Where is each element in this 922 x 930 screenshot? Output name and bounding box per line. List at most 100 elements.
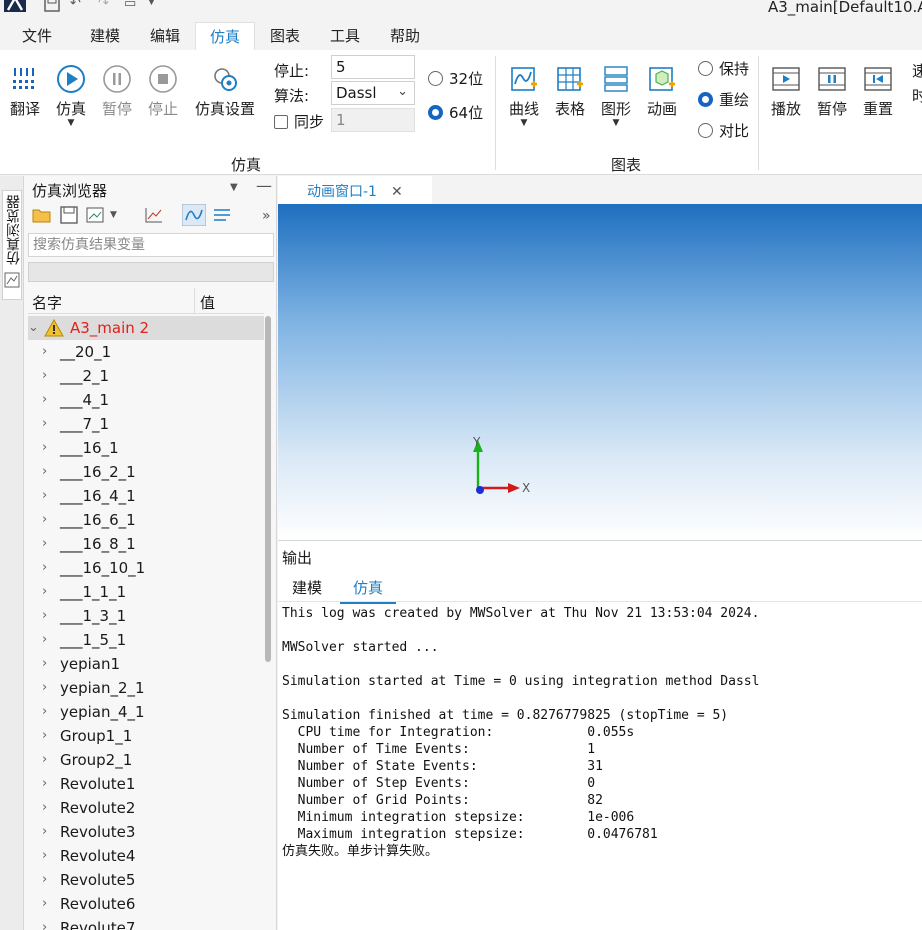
chevron-right-icon[interactable]: › (42, 556, 47, 580)
curve-button[interactable]: 曲线 ▼ (504, 64, 544, 128)
stop-button[interactable]: 停止 (144, 64, 182, 119)
animation-button[interactable]: 动画 (642, 64, 682, 119)
chevron-right-icon[interactable]: › (42, 724, 47, 748)
simulation-settings-button[interactable]: 仿真设置 (192, 64, 258, 119)
panel-menu-icon[interactable]: ▼ (230, 182, 238, 193)
tree-node[interactable]: › ___16_6_1 (28, 508, 264, 532)
tree-node[interactable]: › ___16_10_1 (28, 556, 264, 580)
chevron-right-icon[interactable]: › (42, 388, 47, 412)
chevron-right-icon[interactable]: › (42, 820, 47, 844)
sync-interval-input[interactable]: 1 (331, 108, 415, 132)
quick-access-dropdown-icon[interactable]: ▼ (148, 0, 155, 7)
tree-node[interactable]: › ___7_1 (28, 412, 264, 436)
tree-node[interactable]: › ___1_5_1 (28, 628, 264, 652)
tree-root-node[interactable]: ⌄ A3_main 2 (28, 316, 264, 340)
stop-time-input[interactable]: 5 (331, 55, 415, 79)
tree-node[interactable]: › yepian_2_1 (28, 676, 264, 700)
chevron-right-icon[interactable]: › (42, 652, 47, 676)
radio-keep[interactable]: 保持 (698, 58, 749, 79)
menu-tab-charts[interactable]: 图表 (256, 22, 314, 50)
chevron-right-icon[interactable]: › (42, 412, 47, 436)
chevron-right-icon[interactable]: › (42, 364, 47, 388)
curve-mode-icon[interactable] (182, 204, 206, 226)
more-tools-icon[interactable]: » (262, 208, 271, 224)
radio-compare[interactable]: 对比 (698, 120, 749, 141)
simulate-dropdown-icon[interactable]: ▼ (52, 119, 90, 128)
tree-node[interactable]: › ___2_1 (28, 364, 264, 388)
tree-node[interactable]: › Revolute6 (28, 892, 264, 916)
play-animation-button[interactable]: 播放 (766, 64, 806, 119)
chevron-right-icon[interactable]: › (42, 340, 47, 364)
tab-output-modeling[interactable]: 建模 (292, 577, 322, 602)
tab-animation-window[interactable]: 动画窗口-1 ✕ (278, 176, 432, 204)
chevron-right-icon[interactable]: › (42, 868, 47, 892)
tree-node[interactable]: › ___16_2_1 (28, 460, 264, 484)
save-result-icon[interactable] (60, 206, 78, 224)
close-icon[interactable]: ✕ (391, 184, 403, 200)
menu-tab-tools[interactable]: 工具 (316, 22, 374, 50)
column-divider[interactable] (194, 288, 195, 314)
tree-node[interactable]: › ___16_1 (28, 436, 264, 460)
chevron-right-icon[interactable]: › (42, 772, 47, 796)
chevron-down-icon[interactable]: ⌄ (28, 316, 39, 340)
redo-icon[interactable]: ↷ (98, 0, 109, 11)
tree-node[interactable]: › ___4_1 (28, 388, 264, 412)
export-image-icon[interactable] (86, 206, 106, 224)
tree-node[interactable]: › Revolute5 (28, 868, 264, 892)
reset-animation-button[interactable]: 重置 (858, 64, 898, 119)
translate-button[interactable]: 翻译 (6, 64, 44, 119)
menu-tab-edit[interactable]: 编辑 (136, 22, 194, 50)
chevron-right-icon[interactable]: › (42, 604, 47, 628)
tree-node[interactable]: › yepian1 (28, 652, 264, 676)
tree-node[interactable]: › Revolute1 (28, 772, 264, 796)
tree-node[interactable]: › ___16_4_1 (28, 484, 264, 508)
algorithm-select[interactable]: Dassl ⌄ (331, 81, 415, 105)
plot-variable-icon[interactable] (144, 206, 164, 224)
pause-button[interactable]: 暂停 (98, 64, 136, 119)
list-mode-icon[interactable] (212, 206, 234, 224)
sync-checkbox[interactable]: 同步 (274, 111, 324, 132)
graphic-button[interactable]: 图形 ▼ (596, 64, 636, 128)
tree-node[interactable]: › yepian_4_1 (28, 700, 264, 724)
chevron-right-icon[interactable]: › (42, 508, 47, 532)
tree-node[interactable]: › ___1_3_1 (28, 604, 264, 628)
tab-output-simulation[interactable]: 仿真 (340, 577, 397, 604)
tree-node[interactable]: › ___16_8_1 (28, 532, 264, 556)
tree-node[interactable]: › Revolute4 (28, 844, 264, 868)
chevron-right-icon[interactable]: › (42, 796, 47, 820)
menu-tab-help[interactable]: 帮助 (376, 22, 434, 50)
column-name-header[interactable]: 名字 (32, 292, 62, 313)
animation-viewport[interactable]: Y X (278, 204, 922, 540)
tree-node[interactable]: › ___1_1_1 (28, 580, 264, 604)
curve-dropdown-icon[interactable]: ▼ (504, 119, 544, 128)
chevron-right-icon[interactable]: › (42, 532, 47, 556)
chevron-right-icon[interactable]: › (42, 748, 47, 772)
save-icon[interactable] (44, 0, 60, 13)
radio-32bit[interactable]: 32位 (428, 68, 483, 89)
tree-scrollbar[interactable] (265, 316, 271, 662)
tree-node[interactable]: › Revolute7 (28, 916, 264, 930)
simulate-button[interactable]: 仿真 ▼ (52, 64, 90, 128)
tree-node[interactable]: › Group2_1 (28, 748, 264, 772)
export-dropdown-icon[interactable]: ▼ (110, 210, 117, 220)
tree-node[interactable]: › __20_1 (28, 340, 264, 364)
chevron-right-icon[interactable]: › (42, 484, 47, 508)
radio-redraw[interactable]: 重绘 (698, 89, 749, 110)
menu-tab-simulation[interactable]: 仿真 (195, 22, 256, 50)
chevron-right-icon[interactable]: › (42, 892, 47, 916)
minimize-panel-icon[interactable]: — (256, 176, 272, 195)
graphic-dropdown-icon[interactable]: ▼ (596, 119, 636, 128)
menu-tab-file[interactable]: 文件 (8, 22, 66, 50)
column-value-header[interactable]: 值 (200, 292, 215, 313)
layout-icon[interactable]: ▭ (124, 0, 136, 11)
undo-icon[interactable]: ↶ (70, 0, 81, 11)
table-button[interactable]: 表格 (550, 64, 590, 119)
chevron-right-icon[interactable]: › (42, 844, 47, 868)
chevron-right-icon[interactable]: › (42, 580, 47, 604)
chevron-right-icon[interactable]: › (42, 676, 47, 700)
chevron-right-icon[interactable]: › (42, 436, 47, 460)
pause-animation-button[interactable]: 暂停 (812, 64, 852, 119)
menu-tab-modeling[interactable]: 建模 (76, 22, 134, 50)
chevron-right-icon[interactable]: › (42, 460, 47, 484)
chevron-right-icon[interactable]: › (42, 700, 47, 724)
